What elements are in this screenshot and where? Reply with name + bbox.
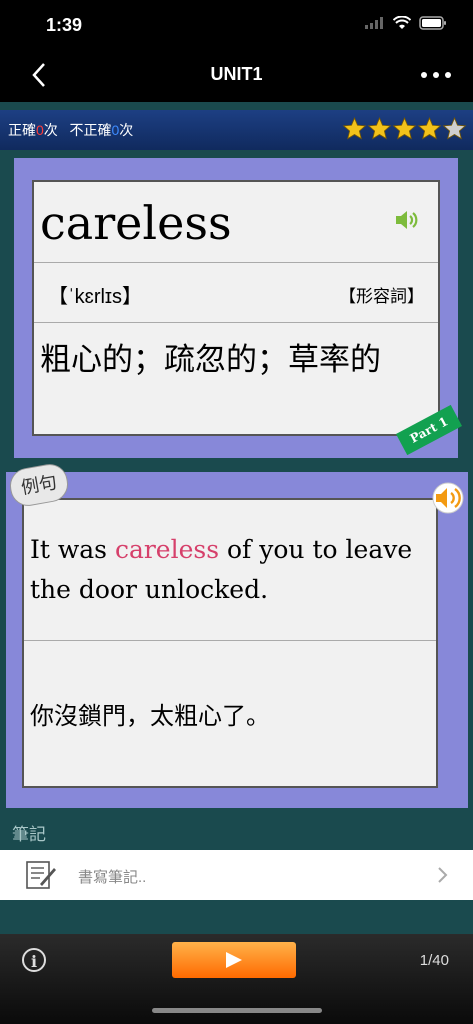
nav-bar: UNIT1 <box>0 50 473 102</box>
example-translation: 你沒鎖門，太粗心了。 <box>30 703 270 730</box>
example-sentence-start: It was <box>30 535 115 564</box>
part-of-speech: 【形容詞】 <box>339 287 424 306</box>
star-filled-icon[interactable] <box>367 114 392 144</box>
battery-icon <box>419 16 446 30</box>
speaker-icon <box>396 211 418 229</box>
more-dot-icon <box>445 72 451 78</box>
divider <box>24 640 436 641</box>
star-empty-icon[interactable] <box>442 114 467 144</box>
home-indicator <box>152 1008 322 1013</box>
example-audio-button[interactable] <box>430 482 466 519</box>
star-filled-icon[interactable] <box>417 114 442 144</box>
signal-icon <box>365 17 383 29</box>
example-sentence: It was careless of you to leave the door… <box>30 530 430 610</box>
star-filled-icon[interactable] <box>392 114 417 144</box>
notes-section-label: 筆記 <box>12 825 46 844</box>
word-card: careless 【ˈkɛrlɪs】 【形容詞】 粗心的；疏忽的；草率的 <box>14 158 458 458</box>
more-dot-icon <box>421 72 427 78</box>
info-button[interactable]: i <box>22 948 46 972</box>
status-bar: 1:39 <box>0 0 473 50</box>
divider <box>34 322 438 323</box>
score-bar: 正確0次 不正確0次 <box>0 110 473 150</box>
times-suffix: 次 <box>119 122 134 138</box>
word-audio-button[interactable] <box>394 208 422 237</box>
times-suffix: 次 <box>43 122 58 138</box>
example-card-inner: It was careless of you to leave the door… <box>22 498 438 788</box>
chevron-right-icon <box>438 867 448 883</box>
star-filled-icon[interactable] <box>342 114 367 144</box>
phonetic-text: 【ˈkɛrlɪs】 <box>48 286 143 308</box>
divider <box>34 262 438 263</box>
play-icon <box>226 952 242 968</box>
bottom-toolbar: i 1/40 <box>0 934 473 1024</box>
star-rating[interactable] <box>342 114 467 144</box>
example-card: It was careless of you to leave the door… <box>6 472 468 808</box>
speaker-icon <box>432 482 464 514</box>
correct-label: 正確 <box>8 122 36 138</box>
word-meaning: 粗心的；疏忽的；草率的 <box>40 342 381 377</box>
incorrect-label: 不正確 <box>69 122 112 138</box>
system-icons <box>365 16 447 30</box>
vocab-word: careless <box>40 196 232 250</box>
word-card-inner: careless 【ˈkɛrlɪs】 【形容詞】 粗心的；疏忽的；草率的 <box>32 180 440 436</box>
example-highlight-word: careless <box>114 535 220 564</box>
score-summary: 正確0次 不正確0次 <box>8 120 133 140</box>
note-edit-icon <box>26 861 56 889</box>
write-notes-row[interactable]: 書寫筆記.. <box>0 850 473 900</box>
notes-placeholder: 書寫筆記.. <box>78 869 147 886</box>
status-time: 1:39 <box>46 15 83 35</box>
play-button[interactable] <box>172 942 296 978</box>
more-dot-icon <box>433 72 439 78</box>
more-options-button[interactable] <box>421 72 451 78</box>
page-title: UNIT1 <box>210 64 263 84</box>
correct-count: 0 <box>36 122 44 138</box>
page-indicator: 1/40 <box>419 952 449 969</box>
wifi-icon <box>393 16 411 29</box>
